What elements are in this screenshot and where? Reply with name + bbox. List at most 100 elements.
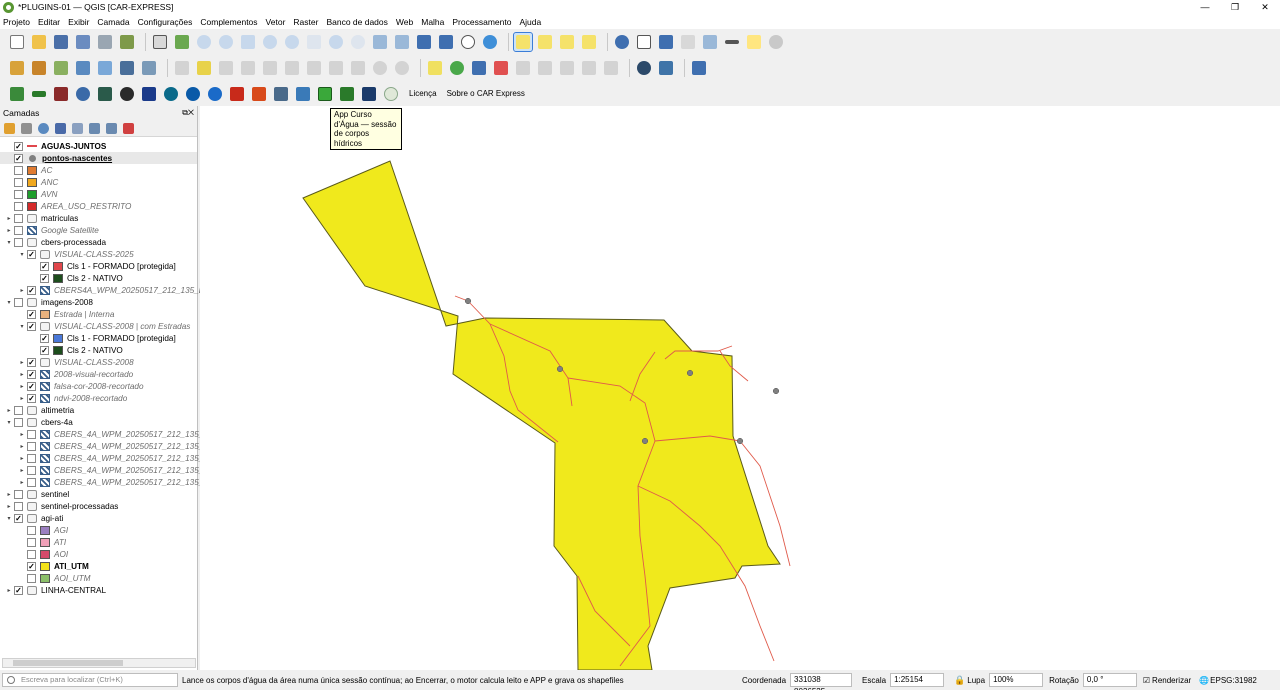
help-icon[interactable]: [690, 59, 708, 77]
zoom-layer-icon[interactable]: [283, 33, 301, 51]
identify-features-icon[interactable]: [613, 33, 631, 51]
map-canvas[interactable]: [200, 106, 1280, 670]
layer-row[interactable]: ▾ cbers-processada: [0, 236, 197, 248]
pin-labels-icon[interactable]: [514, 59, 532, 77]
layer-row[interactable]: AVN: [0, 188, 197, 200]
car-burn-icon[interactable]: [250, 85, 268, 103]
coordinate-field[interactable]: 331038 8036525: [790, 673, 853, 690]
layer-row[interactable]: ▾ imagens-2008: [0, 296, 197, 308]
show-bookmarks-icon[interactable]: [437, 33, 455, 51]
layer-visibility-checkbox[interactable]: ✓: [27, 381, 36, 391]
new-map-view-icon[interactable]: [371, 33, 389, 51]
measure-line-icon[interactable]: [723, 33, 741, 51]
add-wms-layer-icon[interactable]: [118, 59, 136, 77]
layer-visibility-checkbox[interactable]: ✓: [40, 333, 49, 343]
close-button[interactable]: ✕: [1250, 0, 1280, 14]
expand-arrow-icon[interactable]: ▸: [17, 467, 27, 474]
layer-row[interactable]: ✓ ATI_UTM: [0, 560, 197, 572]
layer-row[interactable]: ▸ ✓ ndvi-2008-recortado: [0, 392, 197, 404]
expand-arrow-icon[interactable]: ▾: [4, 419, 14, 426]
add-feature-icon[interactable]: [239, 59, 257, 77]
paste-features-icon[interactable]: [349, 59, 367, 77]
expand-arrow-icon[interactable]: ▾: [4, 515, 14, 522]
expand-arrow-icon[interactable]: ▾: [4, 239, 14, 246]
open-project-icon[interactable]: [30, 33, 48, 51]
layer-visibility-checkbox[interactable]: [27, 477, 36, 487]
licenca-button[interactable]: Licença: [409, 89, 437, 98]
toggle-editing-icon[interactable]: [195, 59, 213, 77]
layer-row[interactable]: ✓ AGUAS-JUNTOS: [0, 140, 197, 152]
menu-exibir[interactable]: Exibir: [68, 17, 89, 27]
deselect-all-icon[interactable]: [558, 33, 576, 51]
python-console-icon[interactable]: [657, 59, 675, 77]
manage-map-themes-icon[interactable]: [38, 122, 49, 134]
layer-visibility-checkbox[interactable]: [27, 465, 36, 475]
car-landcover-icon[interactable]: [360, 85, 378, 103]
layer-row[interactable]: ▾ cbers-4a: [0, 416, 197, 428]
add-raster-layer-icon[interactable]: [74, 59, 92, 77]
layer-row[interactable]: ▸ CBERS_4A_WPM_20250517_212_135_: [0, 428, 203, 440]
layer-visibility-checkbox[interactable]: ✓: [27, 309, 36, 319]
expand-arrow-icon[interactable]: ▸: [17, 479, 27, 486]
minimize-button[interactable]: —: [1190, 0, 1220, 14]
layer-visibility-checkbox[interactable]: [14, 501, 23, 511]
layer-visibility-checkbox[interactable]: ✓: [14, 153, 23, 163]
layer-visibility-checkbox[interactable]: ✓: [27, 357, 36, 367]
menu-banco-de-dados[interactable]: Banco de dados: [326, 17, 387, 27]
layer-visibility-checkbox[interactable]: [27, 549, 36, 559]
expand-arrow-icon[interactable]: ▸: [4, 491, 14, 498]
expand-arrow-icon[interactable]: ▸: [17, 287, 27, 294]
menu-configuracoes[interactable]: Configurações: [138, 17, 193, 27]
layer-row[interactable]: ✓ Cls 1 - FORMADO [protegida]: [0, 260, 197, 272]
layer-visibility-checkbox[interactable]: [14, 405, 23, 415]
lock-icon[interactable]: 🔒: [954, 675, 965, 686]
car-river-icon[interactable]: [294, 85, 312, 103]
menu-vetor[interactable]: Vetor: [266, 17, 286, 27]
new-bookmark-icon[interactable]: [415, 33, 433, 51]
layer-diagram-icon[interactable]: [470, 59, 488, 77]
undo-icon[interactable]: [371, 59, 389, 77]
zoom-full-icon[interactable]: [239, 33, 257, 51]
car-app-icon[interactable]: [338, 85, 356, 103]
style-manager-icon[interactable]: [118, 33, 136, 51]
select-features-icon[interactable]: [513, 32, 533, 52]
highlight-pinned-labels-icon[interactable]: [492, 59, 510, 77]
car-raster-icon[interactable]: [52, 85, 70, 103]
expand-arrow-icon[interactable]: ▸: [17, 443, 27, 450]
move-label-icon[interactable]: [558, 59, 576, 77]
expand-arrow-icon[interactable]: ▸: [17, 371, 27, 378]
menu-complementos[interactable]: Complementos: [200, 17, 257, 27]
zoom-selection-icon[interactable]: [261, 33, 279, 51]
car-query-icon[interactable]: [184, 85, 202, 103]
layer-row[interactable]: ✓ pontos-nascentes: [0, 152, 197, 164]
layer-visibility-checkbox[interactable]: ✓: [27, 249, 36, 259]
new-geopackage-icon[interactable]: [30, 59, 48, 77]
car-layers-icon[interactable]: [8, 85, 26, 103]
expand-arrow-icon[interactable]: ▸: [17, 359, 27, 366]
car-sun-icon[interactable]: [118, 85, 136, 103]
panel-float-close-icons[interactable]: ⧉✕: [182, 108, 194, 118]
layer-row[interactable]: ▸ ✓ VISUAL-CLASS-2008: [0, 356, 197, 368]
pan-to-selection-icon[interactable]: [173, 33, 191, 51]
save-project-icon[interactable]: [52, 33, 70, 51]
crs-globe-icon[interactable]: 🌐: [1199, 676, 1209, 685]
show-hide-labels-icon[interactable]: [536, 59, 554, 77]
layer-row[interactable]: ATI: [0, 536, 197, 548]
layer-styling-icon[interactable]: [4, 122, 15, 134]
layer-visibility-checkbox[interactable]: [14, 489, 23, 499]
copy-features-icon[interactable]: [327, 59, 345, 77]
save-as-icon[interactable]: [74, 33, 92, 51]
expand-arrow-icon[interactable]: ▸: [4, 227, 14, 234]
qgis-cloud-icon[interactable]: [635, 59, 653, 77]
layer-visibility-checkbox[interactable]: ✓: [27, 393, 36, 403]
layer-row[interactable]: ▸ ✓ CBERS4A_WPM_20250517_212_135_L: [0, 284, 203, 296]
remove-layer-icon[interactable]: [123, 122, 134, 134]
select-by-value-icon[interactable]: [536, 33, 554, 51]
refresh-icon[interactable]: [481, 33, 499, 51]
layer-visibility-checkbox[interactable]: [14, 297, 23, 307]
layer-labeling-icon[interactable]: [448, 59, 466, 77]
layer-visibility-checkbox[interactable]: [14, 237, 23, 247]
print-layout-icon[interactable]: [96, 33, 114, 51]
map-tips-icon[interactable]: [745, 33, 763, 51]
layer-visibility-checkbox[interactable]: [27, 537, 36, 547]
